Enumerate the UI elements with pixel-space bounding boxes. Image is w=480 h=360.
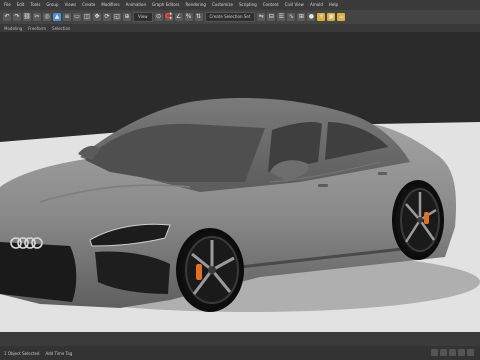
percent-snap-icon[interactable]: %: [184, 13, 193, 21]
ribbon-tab-selection[interactable]: Selection: [52, 26, 70, 31]
menu-arnold[interactable]: Arnold: [310, 0, 323, 10]
next-frame-icon[interactable]: [458, 349, 465, 356]
undo-icon[interactable]: ↶: [3, 13, 11, 21]
window-crossing-icon[interactable]: ◫: [83, 13, 91, 21]
menu-bar: File Edit Tools Group Views Create Modif…: [0, 0, 480, 10]
playback-controls: [431, 349, 474, 356]
perspective-viewport[interactable]: [0, 32, 480, 332]
render-icon[interactable]: ☕: [337, 13, 346, 21]
rear-wheel: [392, 180, 444, 260]
rear-door-handle: [378, 172, 387, 175]
select-icon[interactable]: ▲: [53, 13, 61, 21]
bind-icon[interactable]: ◎: [43, 13, 51, 21]
menu-views[interactable]: Views: [65, 0, 77, 10]
menu-help[interactable]: Help: [329, 0, 338, 10]
viewport-render: [0, 32, 480, 332]
material-editor-icon[interactable]: ●: [307, 13, 316, 21]
menu-create[interactable]: Create: [82, 0, 95, 10]
selection-set-dropdown[interactable]: Create Selection Set: [204, 12, 256, 22]
menu-customize[interactable]: Customize: [212, 0, 233, 10]
mirror-icon[interactable]: ⇋: [257, 13, 266, 21]
status-bar: 1 Object Selected Add Time Tag: [0, 346, 480, 360]
menu-content[interactable]: Content: [263, 0, 279, 10]
menu-scripting[interactable]: Scripting: [239, 0, 257, 10]
menu-file[interactable]: File: [4, 0, 11, 10]
schematic-icon[interactable]: ⊞: [297, 13, 306, 21]
curve-editor-icon[interactable]: ∿: [287, 13, 296, 21]
snap-icon[interactable]: 🧲: [164, 13, 173, 21]
move-icon[interactable]: ✥: [93, 13, 101, 21]
previous-frame-icon[interactable]: [440, 349, 447, 356]
link-icon[interactable]: ⛓: [23, 13, 31, 21]
menu-edit[interactable]: Edit: [17, 0, 25, 10]
door-handle: [318, 184, 328, 187]
menu-rendering[interactable]: Rendering: [186, 0, 206, 10]
scale-icon[interactable]: ◱: [113, 13, 121, 21]
menu-modifiers[interactable]: Modifiers: [101, 0, 119, 10]
unlink-icon[interactable]: ✂: [33, 13, 41, 21]
menu-graph-editors[interactable]: Graph Editors: [152, 0, 179, 10]
go-to-start-icon[interactable]: [431, 349, 438, 356]
play-icon[interactable]: [449, 349, 456, 356]
reference-coordinate-dropdown[interactable]: View: [133, 12, 153, 22]
spinner-snap-icon[interactable]: ⇅: [194, 13, 203, 21]
rotate-icon[interactable]: ⟳: [103, 13, 111, 21]
render-setup-icon[interactable]: ☀: [317, 13, 326, 21]
status-time-tag[interactable]: Add Time Tag: [45, 351, 72, 356]
main-toolbar: ↶ ↷ ⛓ ✂ ◎ ▲ ≡ ▭ ◫ ✥ ⟳ ◱ ⊕ View ⊙ 🧲 ∠ % ⇅…: [0, 10, 480, 24]
front-brake-caliper: [196, 264, 202, 280]
layer-icon[interactable]: ☰: [277, 13, 286, 21]
ribbon-tab-freeform[interactable]: Freeform: [28, 26, 46, 31]
region-select-icon[interactable]: ▭: [73, 13, 81, 21]
menu-civil-view[interactable]: Civil View: [285, 0, 304, 10]
front-grille: [0, 242, 77, 302]
render-frame-icon[interactable]: ▣: [327, 13, 336, 21]
ribbon-tabs: Modeling Freeform Selection: [0, 24, 480, 32]
front-wheel: [176, 228, 244, 312]
pivot-icon[interactable]: ⊙: [154, 13, 163, 21]
angle-snap-icon[interactable]: ∠: [174, 13, 183, 21]
go-to-end-icon[interactable]: [467, 349, 474, 356]
menu-group[interactable]: Group: [46, 0, 58, 10]
menu-tools[interactable]: Tools: [30, 0, 40, 10]
ribbon-tab-modeling[interactable]: Modeling: [4, 26, 22, 31]
align-icon[interactable]: ⊟: [267, 13, 276, 21]
timeline-track[interactable]: [0, 332, 480, 346]
redo-icon[interactable]: ↷: [13, 13, 21, 21]
select-by-name-icon[interactable]: ≡: [63, 13, 71, 21]
rear-brake-caliper: [424, 212, 429, 224]
status-selection-text: 1 Object Selected: [4, 350, 40, 356]
menu-animation[interactable]: Animation: [126, 0, 146, 10]
place-icon[interactable]: ⊕: [123, 13, 131, 21]
